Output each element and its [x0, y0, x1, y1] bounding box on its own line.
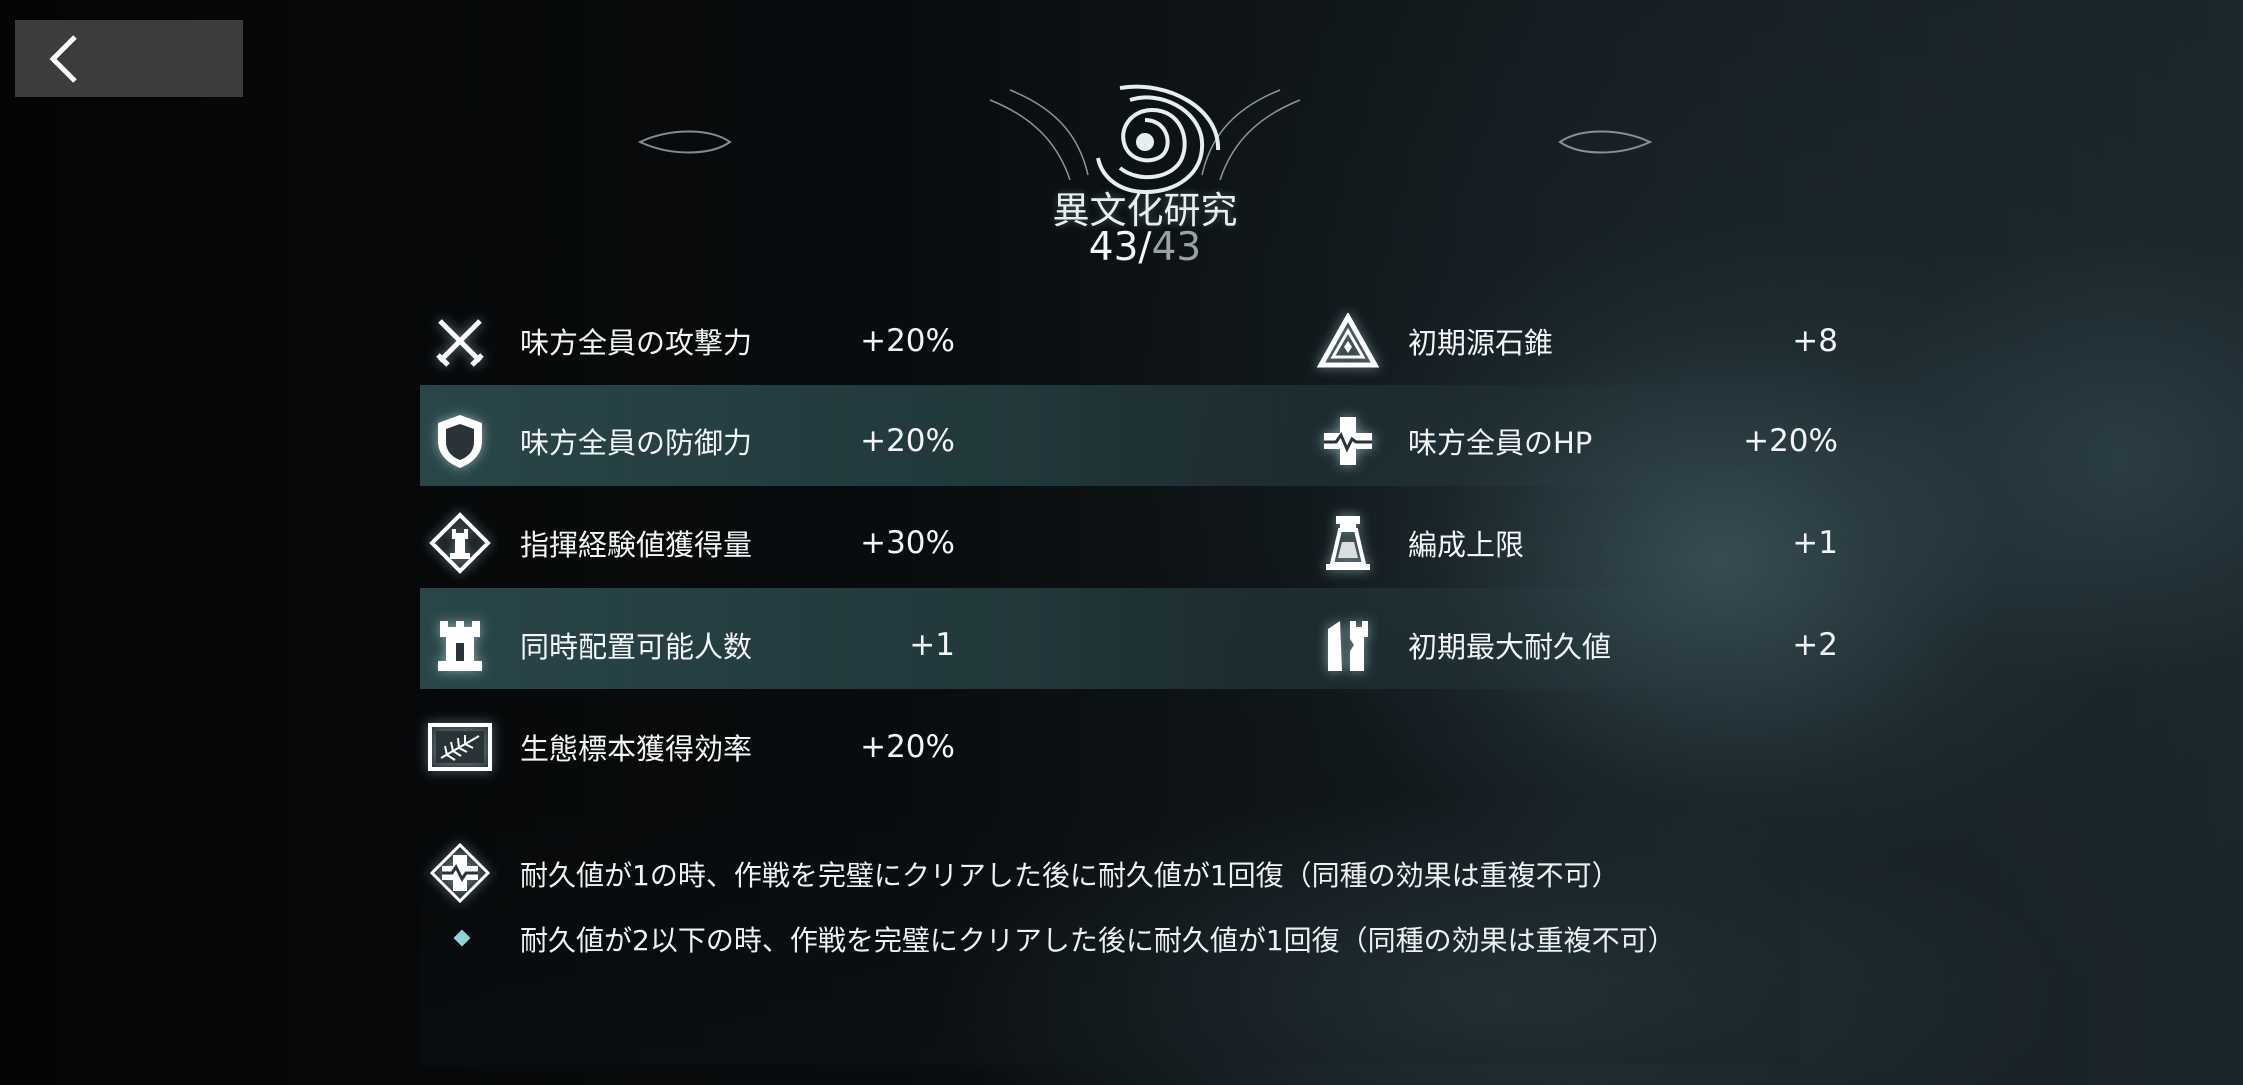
stat-value: +20%	[1743, 422, 1838, 459]
stat-specimen: 生態標本獲得効率 +20%	[425, 696, 955, 797]
shield-icon	[425, 406, 495, 476]
recovery-cross-icon	[429, 842, 491, 907]
stat-defense: 味方全員の防御力 +20%	[425, 390, 955, 491]
effect-text: 耐久値が2以下の時、作戦を完璧にクリアした後に耐久値が1回復（同種の効果は重複不…	[520, 924, 1676, 957]
stat-squad-limit: 編成上限 +1	[1313, 492, 1838, 593]
lighthouse-icon	[1313, 508, 1383, 578]
triangle-crystal-icon	[1313, 306, 1383, 376]
stat-value: +8	[1792, 322, 1838, 359]
stat-command-exp: 指揮経験値獲得量 +30%	[425, 492, 955, 593]
fern-specimen-icon	[425, 712, 495, 782]
back-button[interactable]	[15, 20, 243, 97]
stat-attack: 味方全員の攻撃力 +20%	[425, 290, 955, 391]
progress-current: 43/	[1088, 225, 1152, 270]
stat-value: +1	[909, 626, 955, 663]
stat-label: 同時配置可能人数	[520, 629, 753, 664]
effect-text: 耐久値が1の時、作戦を完璧にクリアした後に耐久値が1回復（同種の効果は重複不可）	[520, 859, 1620, 892]
rook-diamond-icon	[425, 508, 495, 578]
stat-label: 初期源石錐	[1408, 325, 1554, 360]
medical-cross-icon	[1313, 406, 1383, 476]
stat-value: +2	[1792, 626, 1838, 663]
chevron-left-icon	[49, 34, 77, 83]
stat-value: +30%	[860, 524, 955, 561]
stat-label: 味方全員の防御力	[520, 425, 753, 460]
stat-label: 編成上限	[1408, 527, 1525, 562]
stat-hp: 味方全員のHP +20%	[1313, 390, 1838, 491]
stat-label: 初期最大耐久値	[1408, 629, 1612, 664]
header: 異文化研究 43/43	[420, 80, 1870, 280]
stat-value: +1	[1792, 524, 1838, 561]
stat-value: +20%	[860, 322, 955, 359]
stat-originium: 初期源石錐 +8	[1313, 290, 1838, 391]
stat-deploy-limit: 同時配置可能人数 +1	[425, 594, 955, 695]
crossed-swords-icon	[425, 306, 495, 376]
progress-total: 43	[1151, 225, 1202, 270]
rook-icon	[425, 610, 495, 680]
stat-value: +20%	[860, 728, 955, 765]
stat-label: 味方全員のHP	[1408, 425, 1593, 460]
stat-value: +20%	[860, 422, 955, 459]
spiral-emblem-icon	[1096, 84, 1221, 195]
stat-durability: 初期最大耐久値 +2	[1313, 594, 1838, 695]
stat-label: 指揮経験値獲得量	[520, 527, 753, 562]
stat-label: 生態標本獲得効率	[520, 731, 753, 766]
progress-counter: 43/43	[420, 225, 1870, 270]
stat-label: 味方全員の攻撃力	[520, 325, 753, 360]
broken-tower-icon	[1313, 610, 1383, 680]
